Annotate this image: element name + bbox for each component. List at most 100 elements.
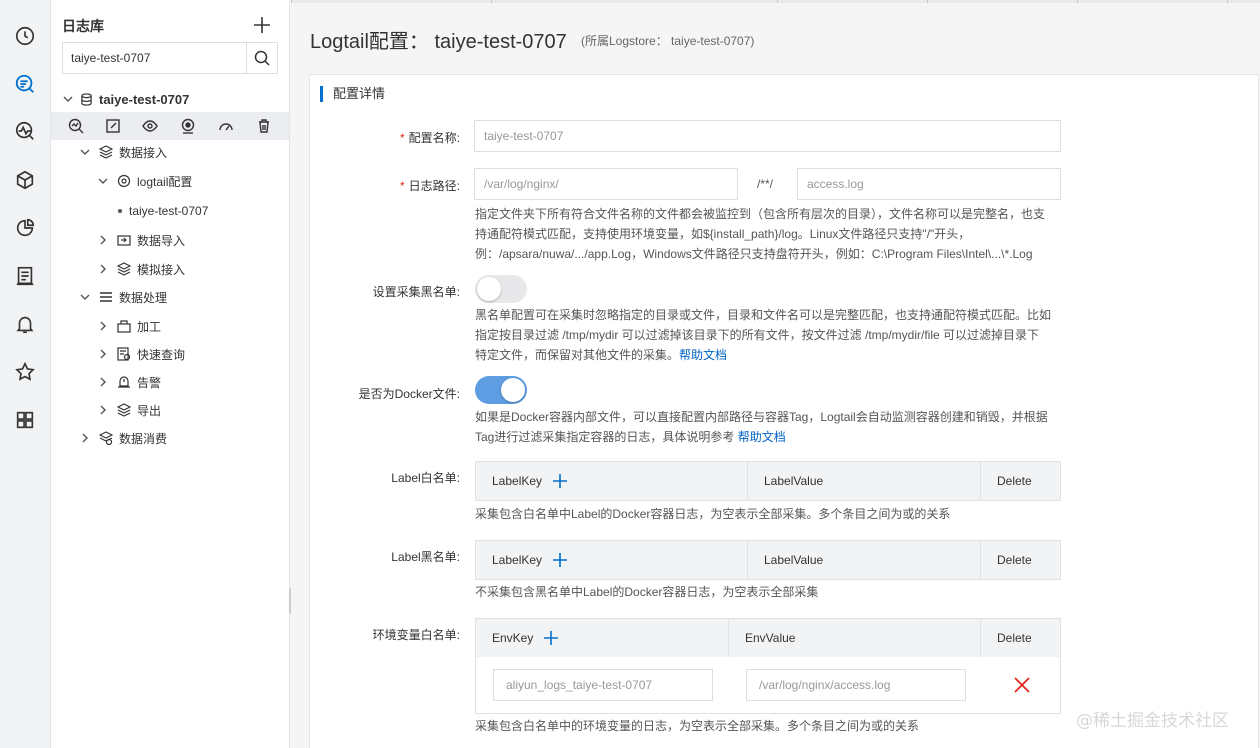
env-whitelist-label: 环境变量白名单: — [372, 628, 460, 642]
col-label-key: LabelKey — [476, 541, 748, 579]
path-separator: /**/ — [757, 177, 774, 191]
label-whitelist-label: Label白名单: — [391, 471, 460, 485]
main-content: Logtail配置： taiye-test-0707 (所属Logstore： … — [291, 0, 1260, 748]
database-icon — [81, 92, 92, 106]
chevron-right-icon — [100, 264, 106, 274]
chevron-right-icon — [100, 377, 106, 387]
docker-help: 如果是Docker容器内部文件，可以直接配置内部路径与容器Tag，Logtail… — [475, 410, 1048, 444]
grid-icon[interactable] — [12, 407, 38, 433]
add-row-icon[interactable] — [543, 630, 559, 646]
docker-help-link[interactable]: 帮助文档 — [738, 430, 786, 444]
tree-search-input[interactable] — [63, 43, 246, 73]
docker-toggle[interactable] — [475, 376, 527, 404]
bell-icon[interactable] — [12, 311, 38, 337]
col-env-key: EnvKey — [476, 619, 729, 657]
cube-icon[interactable] — [12, 167, 38, 193]
logstore-toolbar — [51, 112, 289, 140]
log-file-field[interactable]: access.log — [797, 168, 1061, 200]
report-icon[interactable] — [12, 263, 38, 289]
chevron-right-icon — [100, 349, 106, 359]
logstore-tree-panel: 日志库 taiye-test-0707 数据接入 logtail配置 taiye… — [51, 0, 290, 748]
alert-icon — [118, 376, 130, 388]
eye-icon[interactable] — [142, 118, 158, 134]
table-header: EnvKey EnvValue Delete — [476, 619, 1060, 657]
icon-rail — [0, 0, 51, 748]
search-button[interactable] — [246, 43, 277, 73]
watermark: @稀土掘金技术社区 — [1076, 711, 1229, 731]
tree-node-logtail-config[interactable]: logtail配置 — [97, 169, 192, 193]
add-row-icon[interactable] — [552, 552, 568, 568]
blacklist-help-link[interactable]: 帮助文档 — [679, 348, 727, 362]
tree-node-data-process[interactable]: 数据处理 — [79, 285, 167, 309]
settings-icon — [117, 174, 131, 188]
col-label-value: LabelValue — [748, 462, 981, 500]
monitor-icon[interactable] — [12, 118, 38, 144]
label-blacklist-help: 不采集包含黑名单中Label的Docker容器日志，为空表示全部采集 — [475, 585, 819, 599]
log-search-icon[interactable] — [12, 71, 38, 97]
config-detail-card: 配置详情 * 配置名称: taiye-test-0707 * 日志路径: /var/… — [309, 74, 1259, 748]
trash-icon[interactable] — [256, 118, 272, 134]
blacklist-help: 黑名单配置可在采集时忽略指定的目录或文件，目录和文件名可以是完整匹配，也支持通配… — [475, 308, 1052, 362]
blacklist-toggle[interactable] — [475, 275, 527, 303]
tree-search — [62, 42, 278, 74]
label-whitelist-help: 采集包含白名单中Label的Docker容器日志，为空表示全部采集。多个条目之间… — [475, 507, 951, 521]
add-row-icon[interactable] — [552, 473, 568, 489]
env-whitelist-help: 采集包含白名单中的环境变量的日志，为空表示全部采集。多个条目之间为或的关系 — [475, 719, 920, 733]
bullet-icon — [118, 209, 122, 213]
edit-icon[interactable] — [105, 118, 121, 134]
toggle-knob — [477, 277, 501, 301]
chevron-right-icon — [100, 405, 106, 415]
pie-chart-icon[interactable] — [12, 215, 38, 241]
tree-node-alert[interactable]: 告警 — [97, 370, 161, 394]
config-name-label: * 配置名称: — [399, 131, 460, 145]
chevron-right-icon — [100, 235, 106, 245]
search-icon — [254, 50, 270, 66]
query-doc-icon — [117, 347, 131, 361]
add-icon[interactable] — [251, 14, 273, 36]
log-path-label: * 日志路径: — [399, 179, 460, 193]
tree-node-data-import[interactable]: 数据导入 — [97, 228, 185, 252]
label-blacklist-table: LabelKey LabelValue Delete — [475, 540, 1061, 580]
tree-node-data-ingest[interactable]: 数据接入 — [79, 140, 167, 164]
delete-row-icon[interactable] — [1012, 675, 1032, 695]
layers-icon — [117, 403, 131, 417]
col-env-value: EnvValue — [729, 619, 981, 657]
list-icon — [100, 292, 112, 302]
label-blacklist-label: Label黑名单: — [391, 550, 460, 564]
col-delete: Delete — [997, 474, 1032, 488]
location-icon[interactable] — [180, 118, 196, 134]
env-value-input[interactable]: /var/log/nginx/access.log — [746, 669, 966, 701]
tree-node-process[interactable]: 加工 — [97, 314, 161, 338]
tree-node-export[interactable]: 导出 — [97, 398, 161, 422]
clock-icon[interactable] — [12, 23, 38, 49]
blacklist-label: 设置采集黑名单: — [372, 285, 460, 299]
toggle-knob — [501, 378, 525, 402]
chevron-right-icon — [82, 433, 88, 443]
col-delete: Delete — [997, 553, 1032, 567]
config-name-field[interactable]: taiye-test-0707 — [474, 120, 1061, 152]
gauge-icon[interactable] — [218, 118, 234, 134]
tree-node-logtail-item[interactable]: taiye-test-0707 — [118, 199, 208, 223]
log-dir-field[interactable]: /var/log/nginx/ — [474, 168, 738, 200]
process-icon — [117, 320, 131, 333]
layers-icon — [99, 145, 113, 159]
label-whitelist-table: LabelKey LabelValue Delete — [475, 461, 1061, 501]
consume-icon — [99, 431, 113, 445]
col-label-value: LabelValue — [748, 541, 981, 579]
tree-node-simulate[interactable]: 模拟接入 — [97, 257, 185, 281]
log-path-help: 指定文件夹下所有符合文件名称的文件都会被监控到（包含所有层次的目录），文件名称可… — [475, 207, 1046, 261]
docker-label: 是否为Docker文件: — [358, 387, 460, 401]
query-icon[interactable] — [68, 118, 84, 134]
page-title: Logtail配置： taiye-test-0707 — [310, 31, 567, 53]
star-icon[interactable] — [12, 359, 38, 385]
col-delete: Delete — [997, 631, 1032, 645]
env-key-input[interactable]: aliyun_logs_taiye-test-0707 — [493, 669, 713, 701]
chevron-down-icon — [63, 96, 73, 102]
top-tab-strip — [291, 0, 1260, 3]
table-header: LabelKey LabelValue Delete — [476, 462, 1060, 500]
tree-node-data-consume[interactable]: 数据消费 — [79, 426, 167, 450]
tree-root-logstore[interactable]: taiye-test-0707 — [51, 86, 289, 112]
tree-node-quick-query[interactable]: 快速查询 — [97, 342, 185, 366]
layers-icon — [117, 262, 131, 276]
chevron-down-icon — [98, 178, 108, 184]
